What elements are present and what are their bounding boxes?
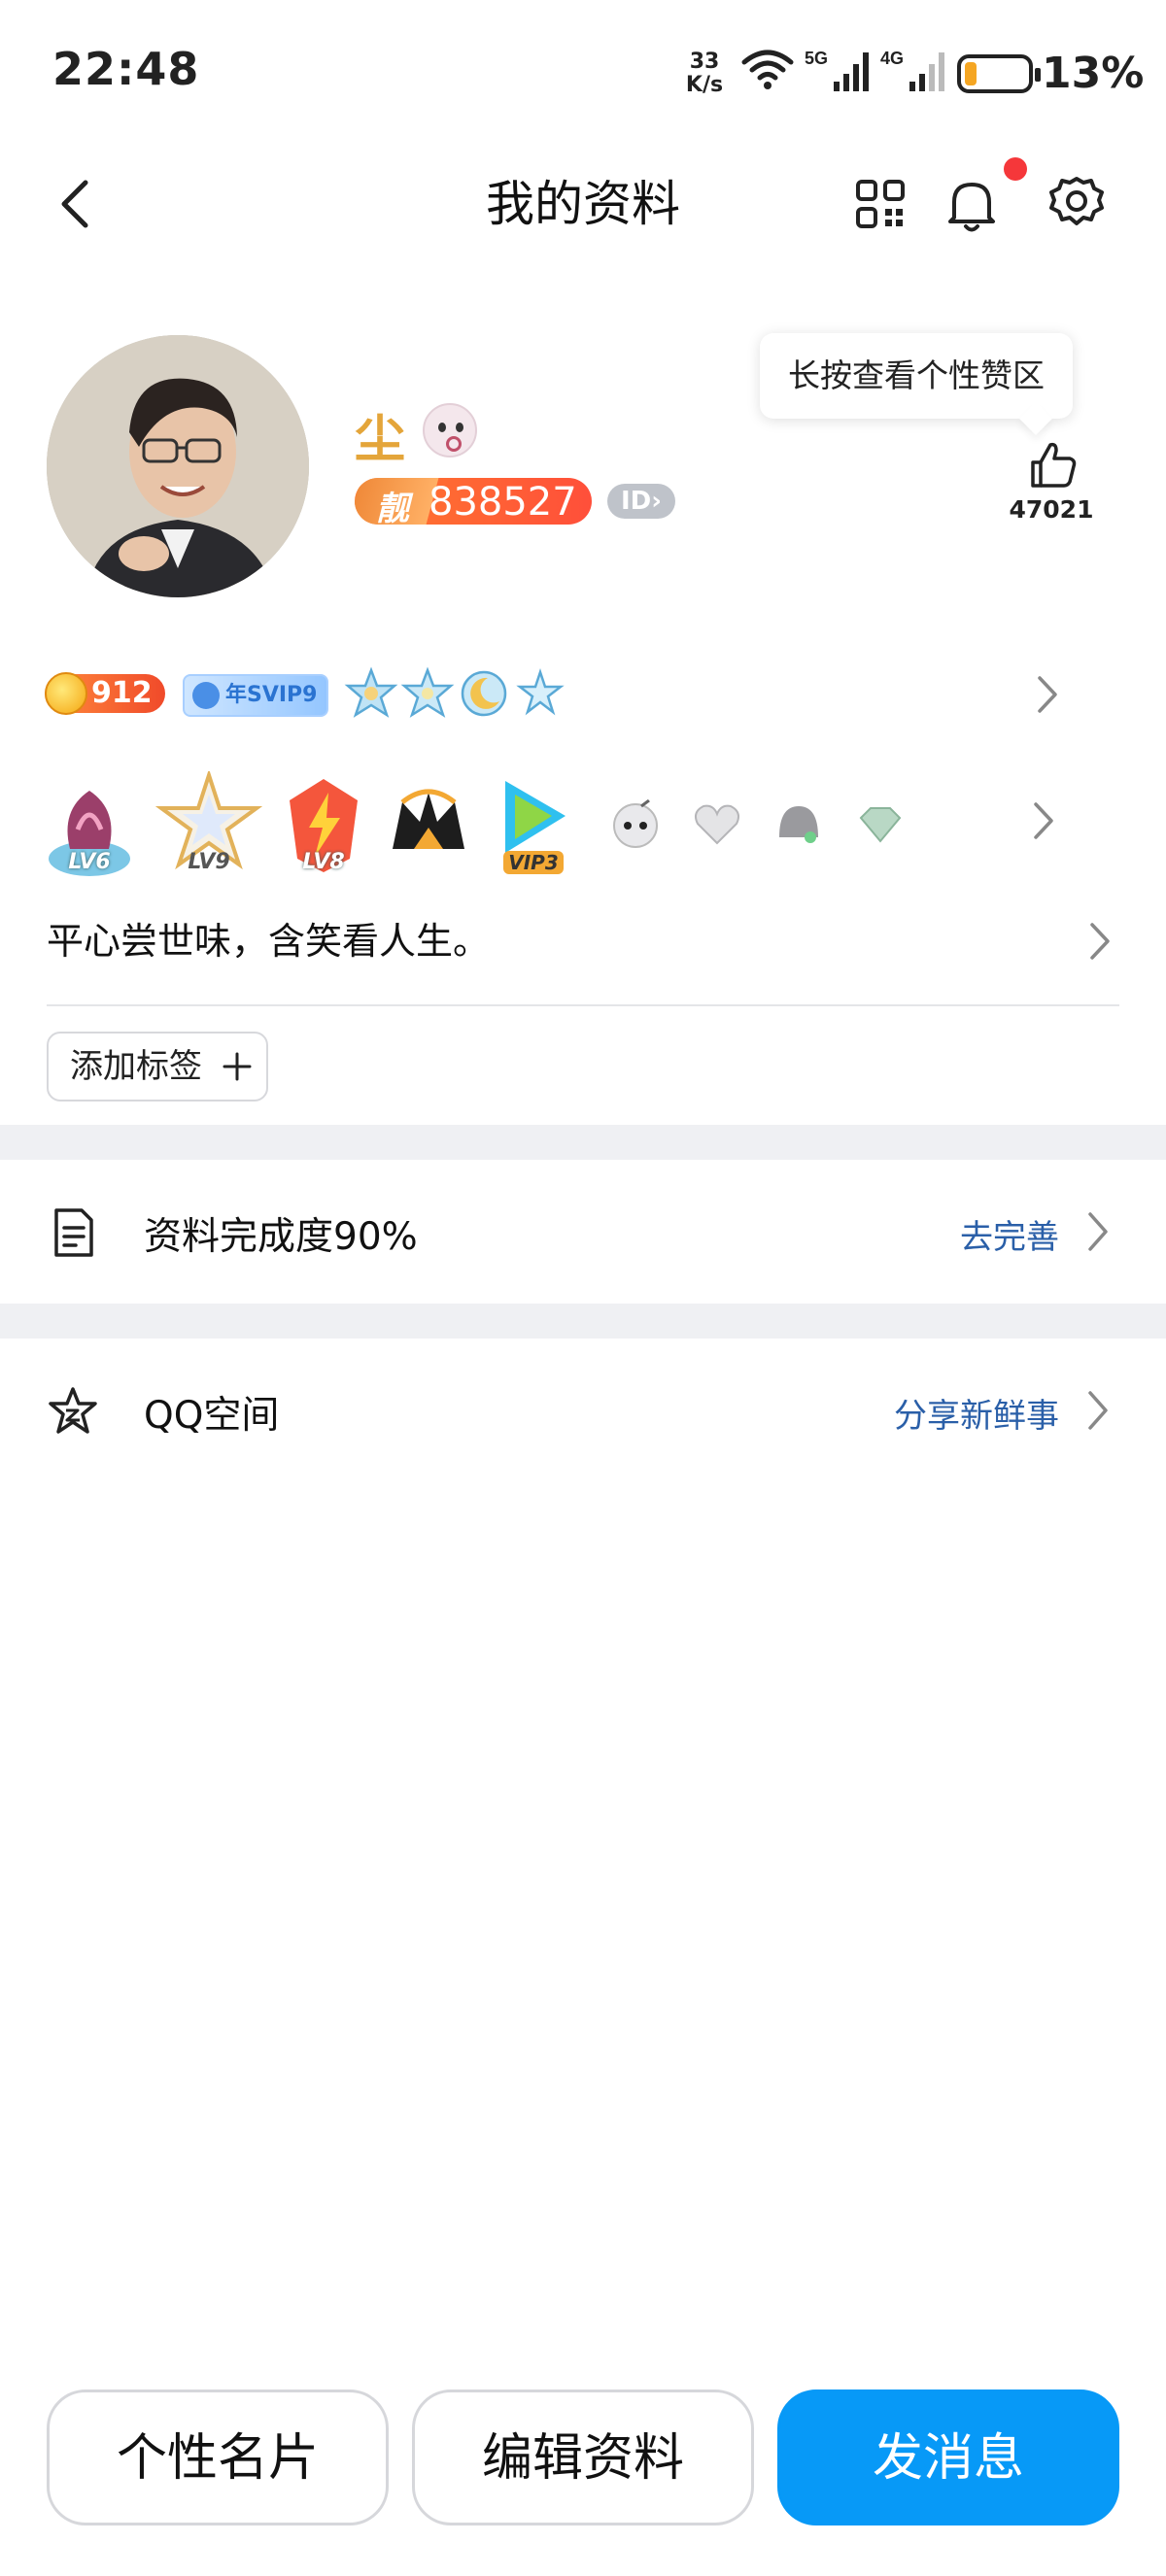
settings-gear-icon[interactable] [1038, 165, 1115, 243]
signal-5g-icon: 5G [805, 49, 869, 91]
helmet-icon [779, 806, 818, 843]
notification-dot [1004, 157, 1027, 181]
chevron-right-icon [1034, 802, 1053, 839]
pretty-number-tag-label: 靓 [376, 490, 409, 525]
profile-completion-row[interactable]: 资料完成度90% 去完善 [0, 1160, 1166, 1304]
nav-bar: 我的资料 [0, 146, 1166, 272]
like-tooltip: 长按查看个性赞区 [760, 333, 1073, 419]
network-speed: 33 K/s [680, 51, 729, 97]
qq-number: 838527 [429, 480, 577, 525]
qzone-star-icon [49, 1387, 97, 1434]
signature-text[interactable]: 平心尝世味，含笑看人生。 [47, 911, 490, 965]
bottom-action-bar: 个性名片 编辑资料 发消息 [0, 2380, 1166, 2535]
signal-5g-label: 5G [805, 49, 828, 68]
chevron-right-icon[interactable] [1084, 917, 1114, 966]
id-chip[interactable]: ID› [607, 484, 675, 519]
lv-badge: LV6 [41, 771, 138, 878]
star-icon [400, 666, 455, 718]
badge-row-level[interactable]: 912 年SVIP9 [45, 666, 1114, 725]
qzone-label: QQ空间 [144, 1394, 280, 1438]
lv-badge: LV8 [280, 771, 367, 878]
qzone-row[interactable]: QQ空间 分享新鲜事 [0, 1339, 1166, 1482]
avatar[interactable] [47, 335, 309, 597]
network-speed-unit: K/s [685, 73, 724, 97]
badge-row-game[interactable]: LV6 LV9 LV8 VIP3 [41, 768, 1110, 878]
add-tag-button[interactable]: 添加标签 [47, 1032, 268, 1102]
complete-profile-link[interactable]: 去完善 [960, 1210, 1059, 1258]
notification-bell-icon[interactable] [933, 165, 1011, 243]
share-news-link[interactable]: 分享新鲜事 [894, 1389, 1059, 1437]
status-time: 22:48 [52, 43, 200, 95]
edit-profile-button[interactable]: 编辑资料 [412, 2390, 754, 2525]
network-speed-value: 33 [689, 50, 720, 74]
chevron-right-icon [1088, 1391, 1108, 1430]
lv-badge-label: LV6 [68, 850, 111, 874]
coin-badge: 912 [45, 672, 165, 715]
nickname: 尘 [355, 411, 406, 469]
document-icon [54, 1208, 93, 1257]
divider [47, 1004, 1119, 1006]
vip-label: VIP3 [503, 851, 564, 874]
thumbs-up-icon[interactable] [1025, 437, 1080, 491]
coin-icon [45, 672, 87, 715]
wifi-icon [741, 50, 794, 89]
chevron-right-icon [1038, 676, 1057, 713]
crown-star-icon [344, 666, 398, 718]
plus-icon [223, 1052, 252, 1081]
add-tag-label: 添加标签 [70, 1047, 202, 1086]
battery-icon [957, 54, 1041, 93]
profile-card-button[interactable]: 个性名片 [47, 2390, 389, 2525]
qq-number-badge[interactable]: 靓 838527 [355, 478, 592, 525]
status-bar: 22:48 33 K/s 5G 4G 13% [0, 0, 1166, 146]
bomb-face-icon [613, 798, 658, 848]
send-message-button[interactable]: 发消息 [777, 2390, 1119, 2525]
battery-percent: 13% [1042, 49, 1145, 98]
crown-badge-icon [393, 789, 464, 849]
small-star-icon [516, 668, 565, 716]
video-vip-badge: VIP3 [490, 771, 577, 878]
qr-code-icon[interactable] [841, 165, 919, 243]
chevron-right-icon [1088, 1212, 1108, 1251]
coin-value: 912 [91, 676, 153, 710]
signal-4g-icon: 4G [880, 49, 944, 91]
signal-4g-label: 4G [880, 49, 904, 68]
svip-badge: 年SVIP9 [183, 674, 328, 717]
like-count: 47021 [1009, 495, 1094, 524]
lv-badge: LV9 [154, 768, 263, 878]
battery-fill [965, 62, 977, 85]
profile-completion-label: 资料完成度90% [144, 1215, 418, 1259]
heart-icon [695, 804, 739, 845]
section-separator [0, 1304, 1166, 1339]
diamond-icon [859, 807, 902, 843]
section-separator [0, 1125, 1166, 1160]
moon-icon [461, 670, 507, 717]
lv-badge-label: LV8 [302, 850, 345, 874]
nickname-emoji-icon [423, 403, 477, 458]
lv-badge-label: LV9 [188, 850, 230, 874]
